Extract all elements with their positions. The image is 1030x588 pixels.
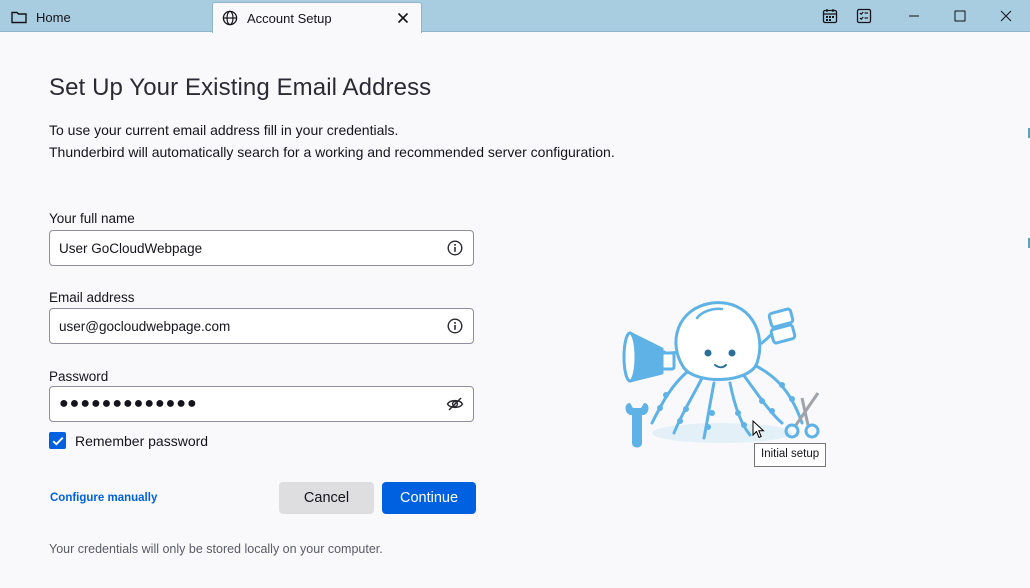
minimize-icon[interactable] [891,0,937,32]
full-name-field[interactable]: User GoCloudWebpage [49,230,474,266]
tasks-icon[interactable] [847,0,881,32]
close-window-icon[interactable] [983,0,1029,32]
remember-password-label: Remember password [75,432,209,449]
cancel-button[interactable]: Cancel [279,482,374,514]
tab-account-setup[interactable]: Account Setup [212,2,422,33]
email-field[interactable]: user@gocloudwebpage.com [49,308,474,344]
close-tab-icon[interactable] [395,10,411,26]
maximize-icon[interactable] [937,0,983,32]
folder-icon [10,9,28,25]
credentials-note: Your credentials will only be stored loc… [49,542,383,556]
password-field[interactable]: ●●●●●●●●●●●●● [49,386,474,422]
tab-account-setup-label: Account Setup [247,10,332,26]
tab-home-label: Home [36,9,71,25]
password-value: ●●●●●●●●●●●●● [59,395,198,412]
remember-password-row[interactable]: Remember password [49,432,208,449]
configure-manually-link[interactable]: Configure manually [50,492,157,504]
password-label: Password [49,369,109,384]
continue-button[interactable]: Continue [382,482,476,514]
eye-slash-icon[interactable] [437,387,473,421]
page-title: Set Up Your Existing Email Address [49,74,432,101]
tooltip: Initial setup [754,443,827,467]
intro-line-2: Thunderbird will automatically search fo… [49,144,615,160]
remember-password-checkbox[interactable] [49,432,66,449]
mouse-cursor-icon [752,420,765,439]
intro-line-1: To use your current email address fill i… [49,122,399,138]
title-bar: Home Account Setup [0,0,1030,33]
info-icon[interactable] [437,231,473,265]
octopus-illustration [622,301,820,448]
email-label: Email address [49,290,135,305]
email-value: user@gocloudwebpage.com [59,318,231,334]
full-name-value: User GoCloudWebpage [59,240,203,256]
full-name-label: Your full name [49,211,135,226]
globe-icon [221,10,239,26]
info-icon[interactable] [437,309,473,343]
calendar-icon[interactable] [813,0,847,32]
tab-home[interactable]: Home [2,2,210,32]
intro-text: To use your current email address fill i… [49,119,615,163]
account-setup-panel: Set Up Your Existing Email Address To us… [0,33,1030,588]
